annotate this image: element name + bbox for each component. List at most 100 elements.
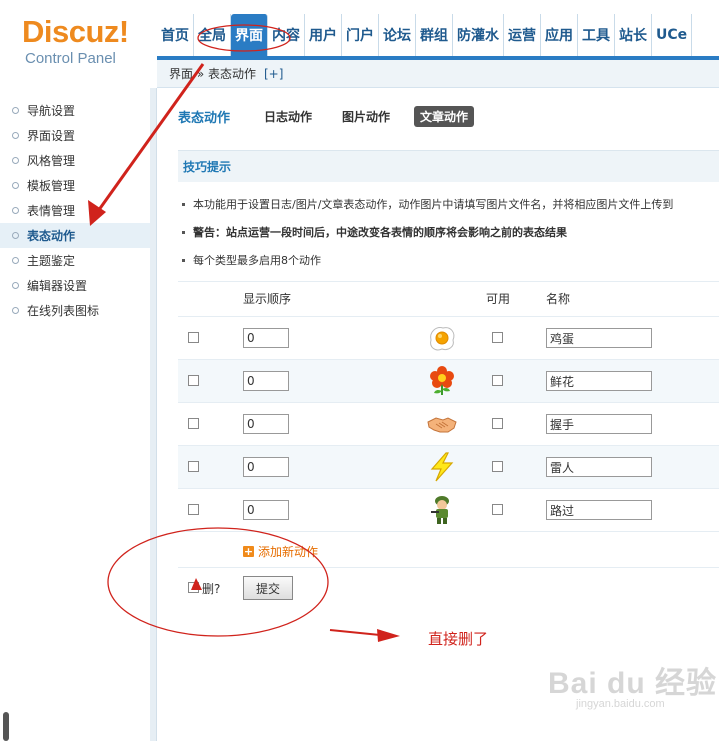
sidebar-item-label: 表情管理 xyxy=(27,204,76,218)
nav-item[interactable]: 用户 xyxy=(305,14,342,56)
table-row xyxy=(178,360,719,403)
name-input[interactable] xyxy=(546,328,652,348)
sidebar-item[interactable]: 在线列表图标 xyxy=(0,298,150,323)
enabled-checkbox[interactable] xyxy=(492,504,503,515)
nav-item[interactable]: 应用 xyxy=(541,14,578,56)
name-input[interactable] xyxy=(546,414,652,434)
bullet-circle-icon xyxy=(12,207,19,214)
order-input[interactable] xyxy=(243,457,289,477)
bullet-circle-icon xyxy=(12,282,19,289)
sidebar-item[interactable]: 界面设置 xyxy=(0,123,150,148)
delete-checkbox[interactable] xyxy=(188,332,199,343)
flower-icon xyxy=(426,365,458,397)
sub-tab[interactable]: 日志动作 xyxy=(258,106,318,127)
enabled-checkbox[interactable] xyxy=(492,332,503,343)
nav-item[interactable]: 门户 xyxy=(342,14,379,56)
sub-tab[interactable]: 文章动作 xyxy=(414,106,475,127)
nav-item[interactable]: 首页 xyxy=(157,14,194,56)
bullet-circle-icon xyxy=(12,257,19,264)
sidebar-item-label: 主题鉴定 xyxy=(27,254,76,268)
nav-item[interactable]: 界面 xyxy=(231,14,268,56)
sidebar-item[interactable]: 表情管理 xyxy=(0,198,150,223)
table-row xyxy=(178,446,719,489)
lightning-icon xyxy=(426,451,458,483)
enabled-checkbox[interactable] xyxy=(492,461,503,472)
bullet-icon xyxy=(182,202,185,206)
header-name: 名称 xyxy=(546,292,571,306)
header-enabled: 可用 xyxy=(486,292,511,306)
sub-tab[interactable]: 图片动作 xyxy=(336,106,396,127)
delete-all-checkbox[interactable] xyxy=(188,582,199,593)
bullet-circle-icon xyxy=(12,157,19,164)
section-title: 表态动作 xyxy=(178,111,231,126)
order-input[interactable] xyxy=(243,328,289,348)
sidebar-item-label: 表态动作 xyxy=(27,229,76,243)
sidebar-item[interactable]: 编辑器设置 xyxy=(0,273,150,298)
scrollbar-thumb[interactable] xyxy=(3,712,9,741)
bullet-circle-icon xyxy=(12,232,19,239)
tip-text: 警告：站点运营一段时间后，中途改变各表情的顺序将会影响之前的表态结果 xyxy=(193,226,567,239)
sidebar-item[interactable]: 主题鉴定 xyxy=(0,248,150,273)
header-order: 显示顺序 xyxy=(243,292,292,306)
bullet-circle-icon xyxy=(12,307,19,314)
enabled-checkbox[interactable] xyxy=(492,418,503,429)
bullet-circle-icon xyxy=(12,182,19,189)
name-input[interactable] xyxy=(546,371,652,391)
add-shortcut-link[interactable]: [+] xyxy=(264,67,283,81)
bullet-circle-icon xyxy=(12,132,19,139)
top-navigation: 首页 全局 界面 内容 用户 门户 论坛 群组 防灌水 运营 应用 工具 站长 UCe xyxy=(157,14,719,56)
sidebar-item[interactable]: 模板管理 xyxy=(0,173,150,198)
sidebar-item-label: 在线列表图标 xyxy=(27,304,100,318)
delete-checkbox[interactable] xyxy=(188,375,199,386)
tip-text: 本功能用于设置日志/图片/文章表态动作，动作图片中请填写图片文件名，并将相应图片… xyxy=(193,198,674,211)
sidebar-item-label: 编辑器设置 xyxy=(27,279,88,293)
tip-text: 每个类型最多启用8个动作 xyxy=(193,254,321,267)
table-row xyxy=(178,317,719,360)
submit-divider xyxy=(178,567,719,568)
sidebar-item[interactable]: 风格管理 xyxy=(0,148,150,173)
nav-item[interactable]: 全局 xyxy=(194,14,231,56)
breadcrumb-text: 界面 » 表态动作 xyxy=(169,67,256,81)
row-divider xyxy=(178,531,719,532)
sidebar-item-label: 导航设置 xyxy=(27,104,76,118)
order-input[interactable] xyxy=(243,500,289,520)
nav-item[interactable]: 内容 xyxy=(268,14,305,56)
table-row xyxy=(178,489,719,532)
order-input[interactable] xyxy=(243,414,289,434)
submit-button[interactable]: 提交 xyxy=(243,576,293,600)
order-input[interactable] xyxy=(243,371,289,391)
nav-item[interactable]: 防灌水 xyxy=(453,14,504,56)
nav-item[interactable]: 站长 xyxy=(615,14,652,56)
delete-label: 删? xyxy=(202,582,221,596)
delete-checkbox[interactable] xyxy=(188,461,199,472)
add-action-label: 添加新动作 xyxy=(258,545,319,559)
delete-checkbox[interactable] xyxy=(188,418,199,429)
nav-item[interactable]: 群组 xyxy=(416,14,453,56)
name-input[interactable] xyxy=(546,500,652,520)
sidebar: 导航设置界面设置风格管理模板管理表情管理表态动作主题鉴定编辑器设置在线列表图标 xyxy=(0,88,150,741)
baidu-watermark: Bai du 经验 jingyan.baidu.com xyxy=(548,658,717,710)
nav-item[interactable]: 运营 xyxy=(504,14,541,56)
plus-icon: + xyxy=(243,545,254,558)
bullet-icon xyxy=(182,258,185,262)
bullet-icon xyxy=(182,230,185,234)
nav-item[interactable]: UCe xyxy=(652,14,693,56)
sidebar-item[interactable]: 导航设置 xyxy=(0,98,150,123)
table-divider xyxy=(178,281,719,282)
sidebar-item-label: 界面设置 xyxy=(27,129,76,143)
sidebar-item[interactable]: 表态动作 xyxy=(0,223,150,248)
name-input[interactable] xyxy=(546,457,652,477)
delete-checkbox[interactable] xyxy=(188,504,199,515)
nav-item[interactable]: 论坛 xyxy=(379,14,416,56)
tip-line: 本功能用于设置日志/图片/文章表态动作，动作图片中请填写图片文件名，并将相应图片… xyxy=(182,196,673,212)
soldier-icon xyxy=(426,494,458,526)
tips-header: 技巧提示 xyxy=(178,150,719,182)
enabled-checkbox[interactable] xyxy=(492,375,503,386)
sidebar-divider xyxy=(150,88,157,741)
nav-item[interactable]: 工具 xyxy=(578,14,615,56)
breadcrumb: 界面 » 表态动作 [+] xyxy=(157,60,719,88)
sidebar-item-label: 模板管理 xyxy=(27,179,76,193)
discuz-logo[interactable]: Discuz! Control Panel xyxy=(22,14,129,67)
table-row xyxy=(178,403,719,446)
add-action-link[interactable]: + 添加新动作 xyxy=(243,543,318,560)
